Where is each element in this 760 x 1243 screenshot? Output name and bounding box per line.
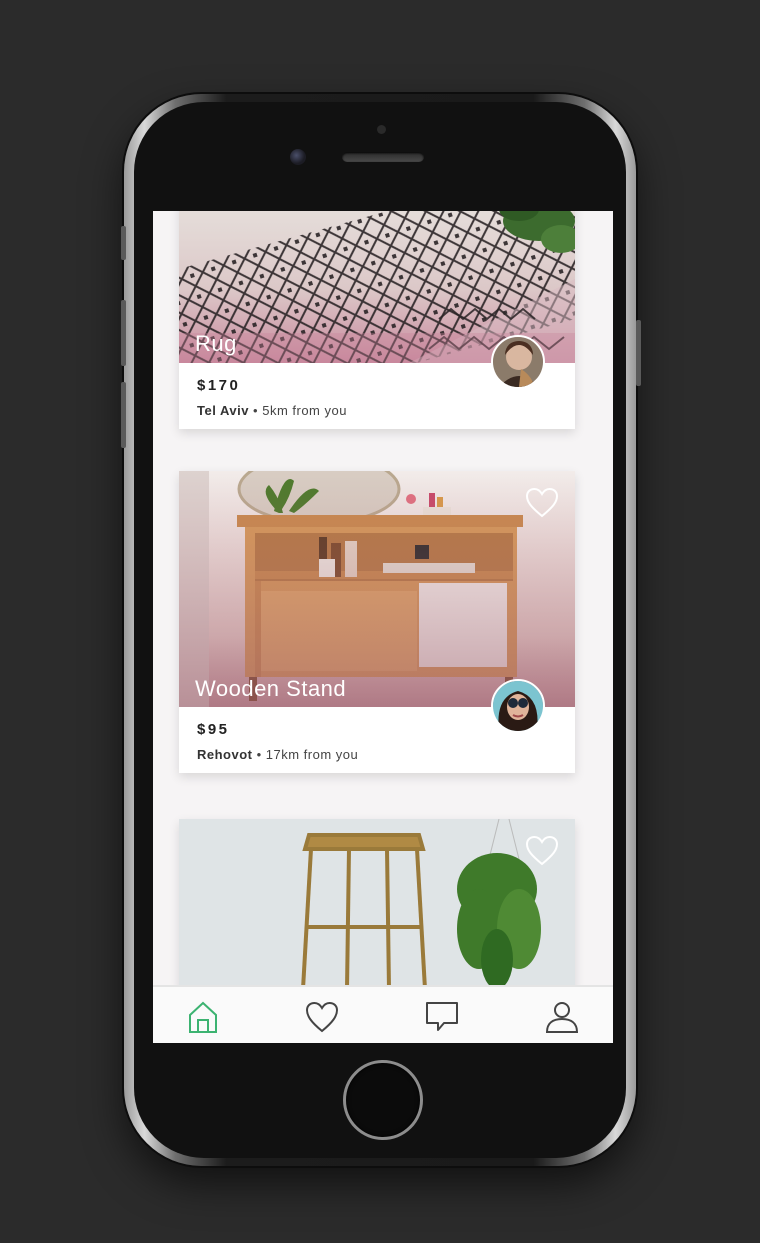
favorite-heart-icon[interactable]: [525, 835, 559, 867]
listing-distance: 17km from you: [265, 747, 359, 762]
listing-distance: 5km from you: [262, 403, 347, 418]
front-camera: [290, 149, 306, 165]
listing-location: Rehovot • 17km from you: [197, 747, 359, 762]
plant-stand-photo: [179, 819, 575, 989]
power-button: [636, 320, 641, 386]
seller-avatar[interactable]: [491, 679, 545, 733]
wooden-stand-photo: [179, 471, 575, 707]
home-button[interactable]: [343, 1060, 423, 1140]
listing-title: Rug: [195, 331, 237, 356]
volume-up-button: [121, 300, 126, 366]
listing-card[interactable]: [179, 819, 575, 989]
seller-avatar[interactable]: [491, 335, 545, 389]
listing-city: Tel Aviv: [197, 403, 249, 418]
seller-photo: [493, 681, 543, 731]
stage: Rug $170 Tel Aviv • 5km from you Wooden …: [0, 0, 760, 1243]
listing-photo[interactable]: Wooden Stand: [179, 471, 575, 707]
favorites-heart-icon[interactable]: [304, 999, 340, 1035]
earpiece-speaker: [342, 152, 424, 162]
listing-city: Rehovot: [197, 747, 253, 762]
listing-location: Tel Aviv • 5km from you: [197, 403, 347, 418]
listing-title: Wooden Stand: [195, 676, 347, 701]
home-icon[interactable]: [185, 999, 221, 1035]
volume-down-button: [121, 382, 126, 448]
seller-photo: [493, 337, 543, 387]
proximity-sensor: [377, 125, 386, 134]
app-screen: Rug $170 Tel Aviv • 5km from you Wooden …: [153, 211, 613, 1043]
listing-photo[interactable]: [179, 819, 575, 989]
listing-card[interactable]: Rug $170 Tel Aviv • 5km from you: [179, 211, 575, 429]
mute-switch: [121, 226, 126, 260]
listing-card[interactable]: Wooden Stand $95 Rehovot • 17km from you: [179, 471, 575, 773]
chat-icon[interactable]: [424, 999, 460, 1035]
listing-price: $170: [197, 377, 241, 394]
listing-price: $95: [197, 721, 230, 738]
bottom-tab-bar: [153, 985, 613, 1043]
favorite-heart-icon[interactable]: [525, 487, 559, 519]
user-icon[interactable]: [544, 999, 580, 1035]
